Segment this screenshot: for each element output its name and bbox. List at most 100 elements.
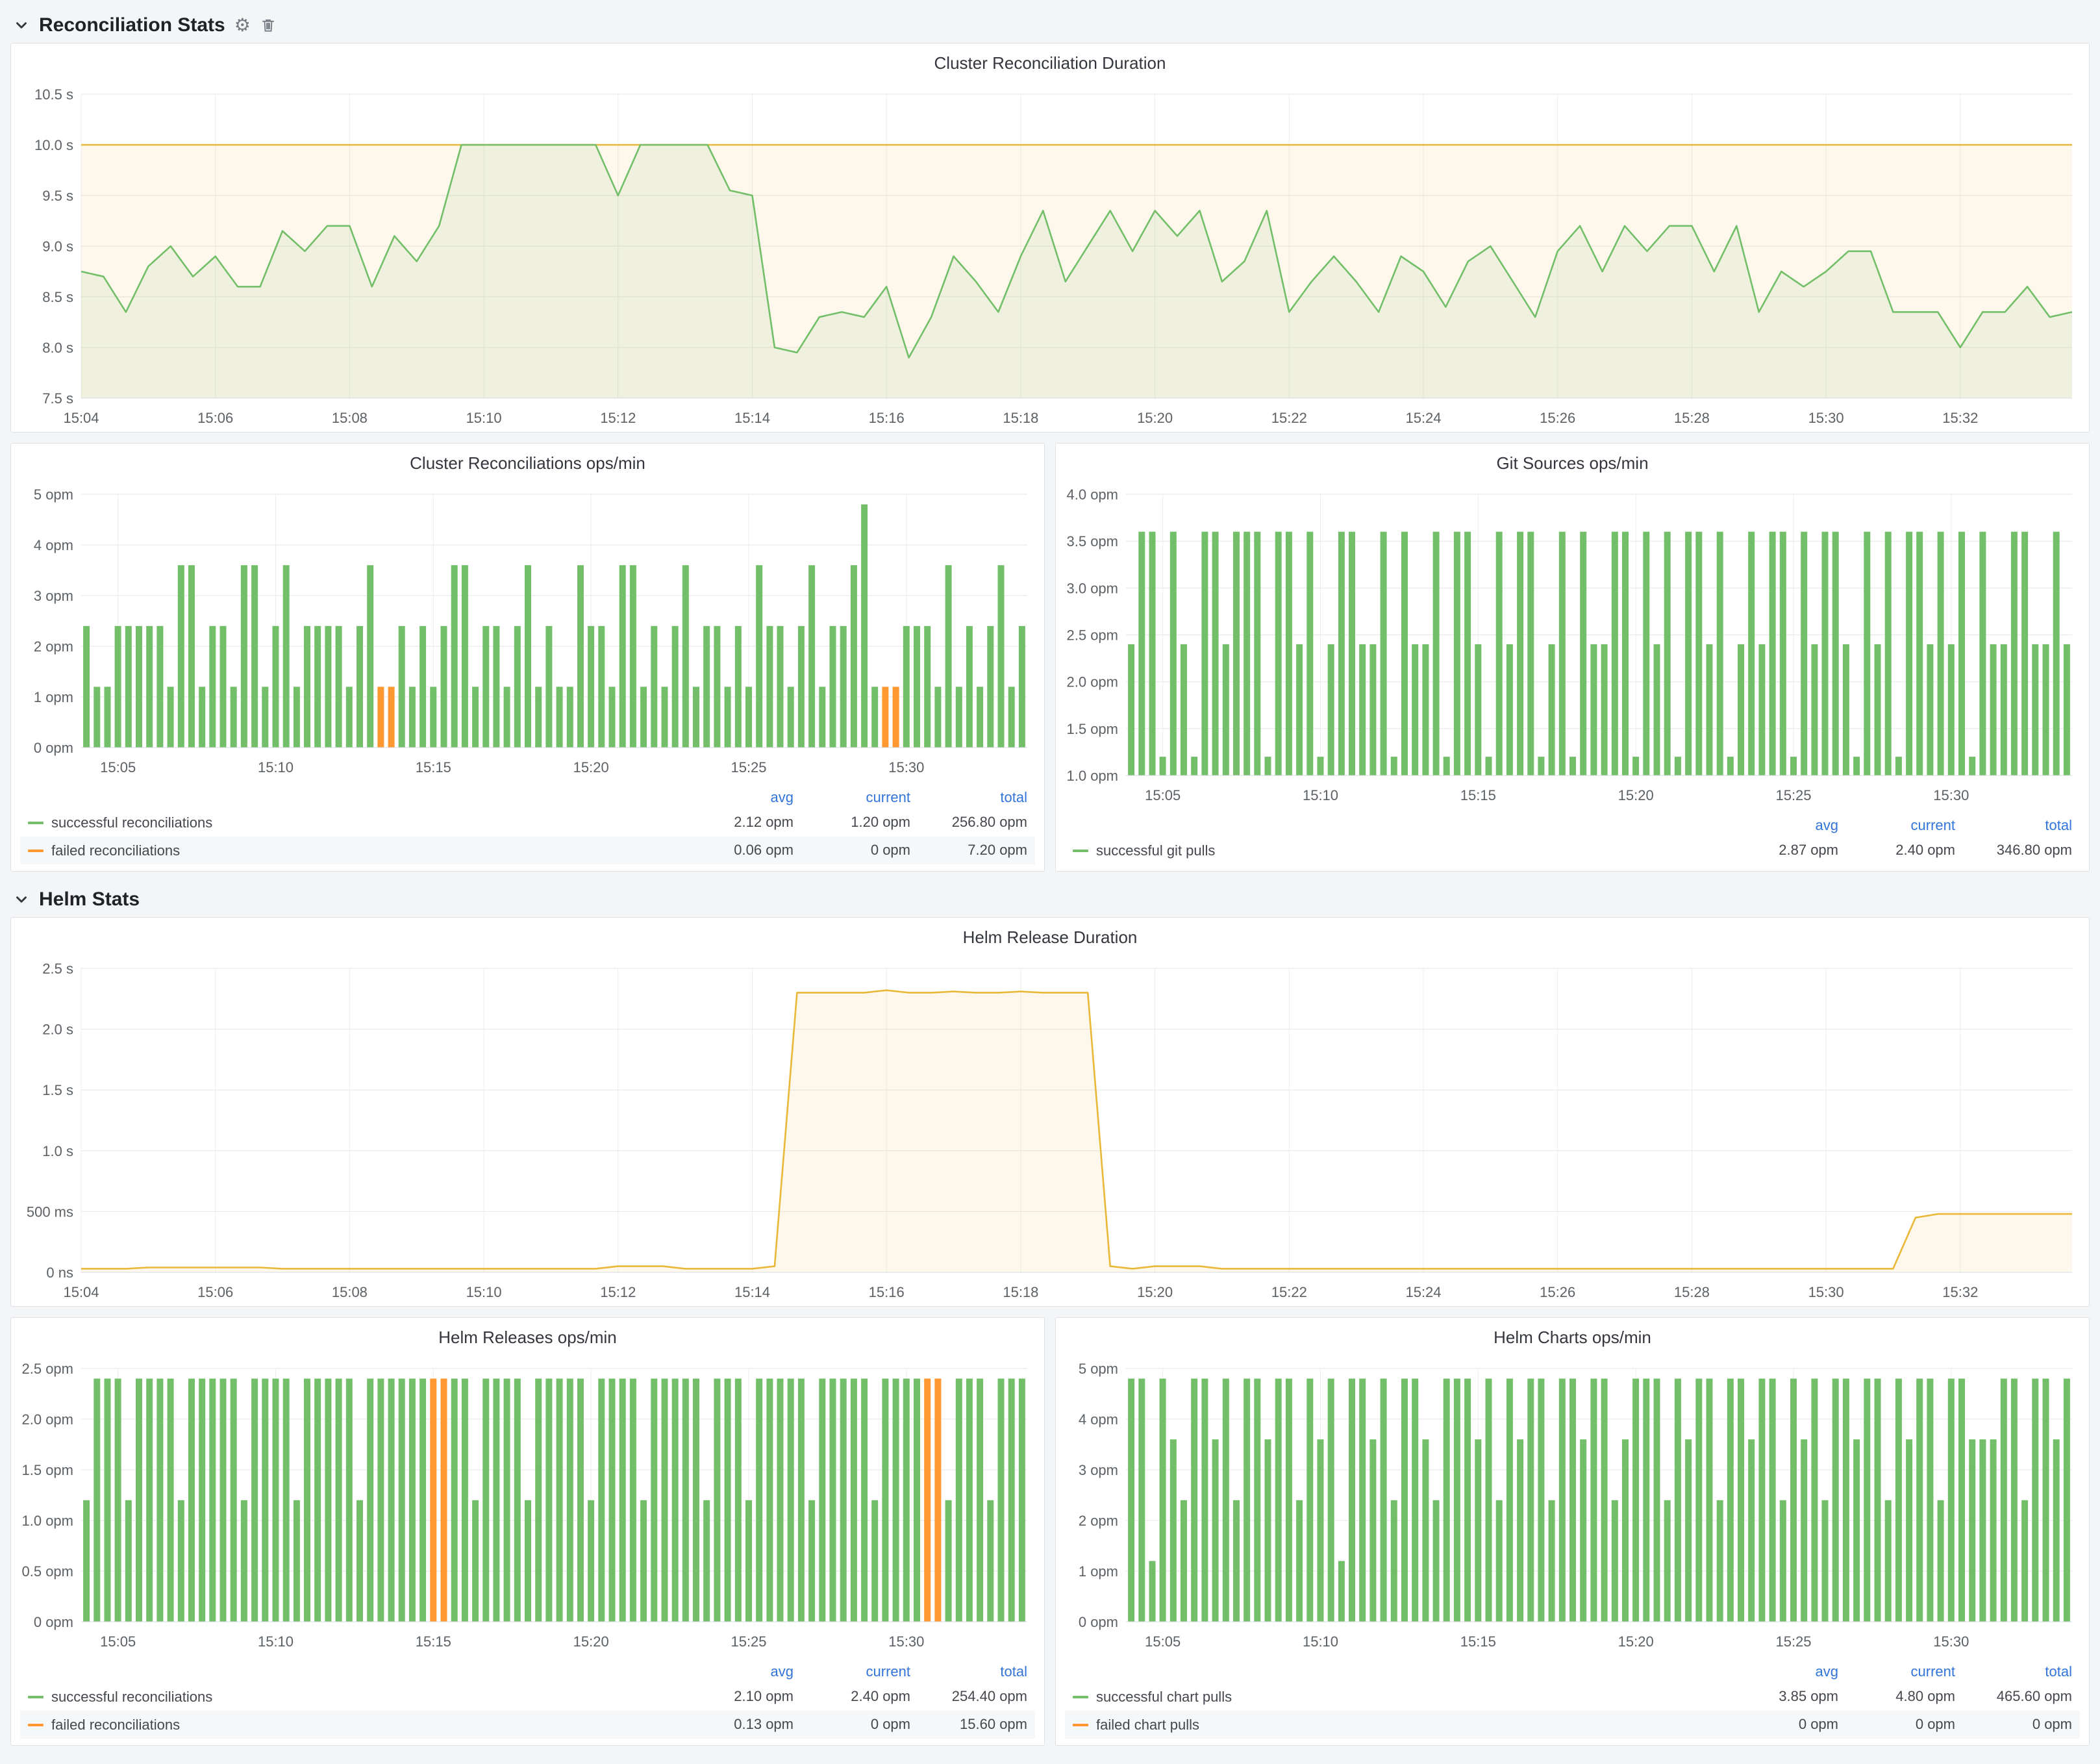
section-title[interactable]: Helm Stats	[39, 888, 140, 911]
panel-helm-releases-ops: Helm Releases ops/min 0 opm0.5 opm1.0 op…	[10, 1317, 1045, 1746]
svg-text:15:20: 15:20	[1137, 410, 1173, 426]
legend-row: failed chart pulls 0 opm 0 opm 0 opm	[1065, 1711, 2080, 1739]
svg-text:3 opm: 3 opm	[1079, 1462, 1118, 1478]
panel-title[interactable]: Helm Releases ops/min	[11, 1318, 1044, 1357]
svg-text:10.5 s: 10.5 s	[34, 86, 73, 103]
legend-col-total[interactable]: total	[918, 1658, 1035, 1683]
legend-total: 346.80 opm	[1963, 837, 2080, 864]
series-color-swatch	[1073, 1696, 1088, 1698]
legend-col-avg[interactable]: avg	[1729, 812, 1846, 837]
trash-icon[interactable]	[260, 17, 277, 34]
svg-text:1.5 opm: 1.5 opm	[1067, 721, 1119, 737]
svg-text:2.0 opm: 2.0 opm	[22, 1411, 74, 1428]
legend-col-avg[interactable]: avg	[684, 1658, 801, 1683]
legend-header: avg current total	[20, 784, 1035, 809]
svg-text:2.5 opm: 2.5 opm	[1067, 627, 1119, 644]
panel-title[interactable]: Cluster Reconciliations ops/min	[11, 444, 1044, 483]
svg-text:15:22: 15:22	[1271, 410, 1307, 426]
svg-text:15:15: 15:15	[416, 759, 451, 775]
helm-charts-chart[interactable]: 0 opm1 opm2 opm3 opm4 opm5 opm15:0515:10…	[1056, 1357, 2089, 1656]
legend-row: failed reconciliations 0.06 opm 0 opm 7.…	[20, 837, 1035, 864]
legend-label[interactable]: failed chart pulls	[1096, 1717, 1199, 1733]
svg-text:2.5 s: 2.5 s	[42, 961, 73, 977]
legend: avg current total successful chart pulls…	[1065, 1658, 2080, 1739]
svg-text:4 opm: 4 opm	[34, 537, 73, 553]
legend-label[interactable]: successful reconciliations	[51, 814, 212, 831]
legend-label[interactable]: successful git pulls	[1096, 842, 1215, 859]
git-sources-chart[interactable]: 1.0 opm1.5 opm2.0 opm2.5 opm3.0 opm3.5 o…	[1056, 483, 2089, 809]
svg-text:15:30: 15:30	[888, 1633, 924, 1650]
legend-total: 7.20 opm	[918, 837, 1035, 864]
svg-text:15:06: 15:06	[197, 410, 233, 426]
panel-title[interactable]: Cluster Reconciliation Duration	[11, 44, 2089, 82]
panel-title[interactable]: Helm Charts ops/min	[1056, 1318, 2089, 1357]
legend-current: 2.40 opm	[1846, 837, 1963, 864]
panel-git-sources-ops: Git Sources ops/min 1.0 opm1.5 opm2.0 op…	[1055, 443, 2090, 872]
panel-title[interactable]: Helm Release Duration	[11, 918, 2089, 957]
legend-avg: 2.12 opm	[684, 809, 801, 837]
svg-text:5 opm: 5 opm	[34, 486, 73, 503]
svg-text:1.0 opm: 1.0 opm	[1067, 768, 1119, 784]
svg-text:0.5 opm: 0.5 opm	[22, 1563, 74, 1580]
svg-text:15:25: 15:25	[1775, 787, 1811, 803]
legend-row: successful git pulls 2.87 opm 2.40 opm 3…	[1065, 837, 2080, 864]
svg-text:15:08: 15:08	[332, 410, 368, 426]
section-title[interactable]: Reconciliation Stats	[39, 14, 225, 36]
svg-text:15:30: 15:30	[1933, 787, 1969, 803]
svg-text:15:28: 15:28	[1674, 1284, 1710, 1300]
svg-text:1 opm: 1 opm	[1079, 1563, 1118, 1580]
svg-text:10.0 s: 10.0 s	[34, 137, 73, 153]
legend-col-total[interactable]: total	[918, 784, 1035, 809]
svg-text:15:26: 15:26	[1540, 1284, 1575, 1300]
legend-col-avg[interactable]: avg	[684, 784, 801, 809]
legend-label[interactable]: failed reconciliations	[51, 842, 180, 859]
legend-avg: 0.06 opm	[684, 837, 801, 864]
gear-icon[interactable]: ⚙	[234, 16, 251, 34]
legend-col-current[interactable]: current	[801, 784, 918, 809]
svg-text:15:12: 15:12	[600, 410, 636, 426]
svg-text:15:28: 15:28	[1674, 410, 1710, 426]
panel-title[interactable]: Git Sources ops/min	[1056, 444, 2089, 483]
svg-text:2.0 s: 2.0 s	[42, 1022, 73, 1038]
svg-text:5 opm: 5 opm	[1079, 1361, 1118, 1377]
section-helm-stats[interactable]: Helm Stats	[10, 882, 2090, 917]
svg-text:15:30: 15:30	[1808, 1284, 1844, 1300]
helm-duration-chart[interactable]: 0 ns500 ms1.0 s1.5 s2.0 s2.5 s15:0415:06…	[11, 957, 2089, 1306]
legend-col-avg[interactable]: avg	[1729, 1658, 1846, 1683]
svg-text:1.0 opm: 1.0 opm	[22, 1513, 74, 1529]
svg-text:1.0 s: 1.0 s	[42, 1143, 73, 1159]
svg-text:1.5 opm: 1.5 opm	[22, 1462, 74, 1478]
legend-label[interactable]: failed reconciliations	[51, 1717, 180, 1733]
svg-text:15:20: 15:20	[1618, 1633, 1654, 1650]
panel-cluster-reconciliation-duration: Cluster Reconciliation Duration 7.5 s8.0…	[10, 43, 2090, 433]
svg-text:9.0 s: 9.0 s	[42, 238, 73, 255]
cluster-ops-chart[interactable]: 0 opm1 opm2 opm3 opm4 opm5 opm15:0515:10…	[11, 483, 1044, 781]
legend-current: 2.40 opm	[801, 1683, 918, 1711]
svg-text:15:30: 15:30	[1808, 410, 1844, 426]
series-color-swatch	[1073, 850, 1088, 852]
cluster-duration-chart[interactable]: 7.5 s8.0 s8.5 s9.0 s9.5 s10.0 s10.5 s15:…	[11, 82, 2089, 432]
svg-text:15:15: 15:15	[1460, 787, 1496, 803]
svg-text:15:10: 15:10	[1303, 787, 1338, 803]
legend-row: failed reconciliations 0.13 opm 0 opm 15…	[20, 1711, 1035, 1739]
series-color-swatch	[28, 850, 44, 852]
legend-label[interactable]: successful reconciliations	[51, 1689, 212, 1705]
legend-col-current[interactable]: current	[1846, 1658, 1963, 1683]
svg-text:4 opm: 4 opm	[1079, 1411, 1118, 1428]
svg-text:3 opm: 3 opm	[34, 588, 73, 604]
svg-text:15:10: 15:10	[466, 1284, 502, 1300]
chevron-down-icon	[13, 17, 30, 34]
svg-text:15:04: 15:04	[63, 410, 99, 426]
legend-label[interactable]: successful chart pulls	[1096, 1689, 1232, 1705]
svg-text:15:24: 15:24	[1405, 1284, 1441, 1300]
svg-text:15:16: 15:16	[869, 410, 905, 426]
legend-col-current[interactable]: current	[1846, 812, 1963, 837]
legend-col-total[interactable]: total	[1963, 1658, 2080, 1683]
helm-releases-chart[interactable]: 0 opm0.5 opm1.0 opm1.5 opm2.0 opm2.5 opm…	[11, 1357, 1044, 1656]
legend-total: 15.60 opm	[918, 1711, 1035, 1739]
chevron-down-icon	[13, 891, 30, 908]
section-reconciliation-stats[interactable]: Reconciliation Stats ⚙	[10, 8, 2090, 43]
legend-col-current[interactable]: current	[801, 1658, 918, 1683]
legend-row: successful reconciliations 2.12 opm 1.20…	[20, 809, 1035, 837]
legend-col-total[interactable]: total	[1963, 812, 2080, 837]
